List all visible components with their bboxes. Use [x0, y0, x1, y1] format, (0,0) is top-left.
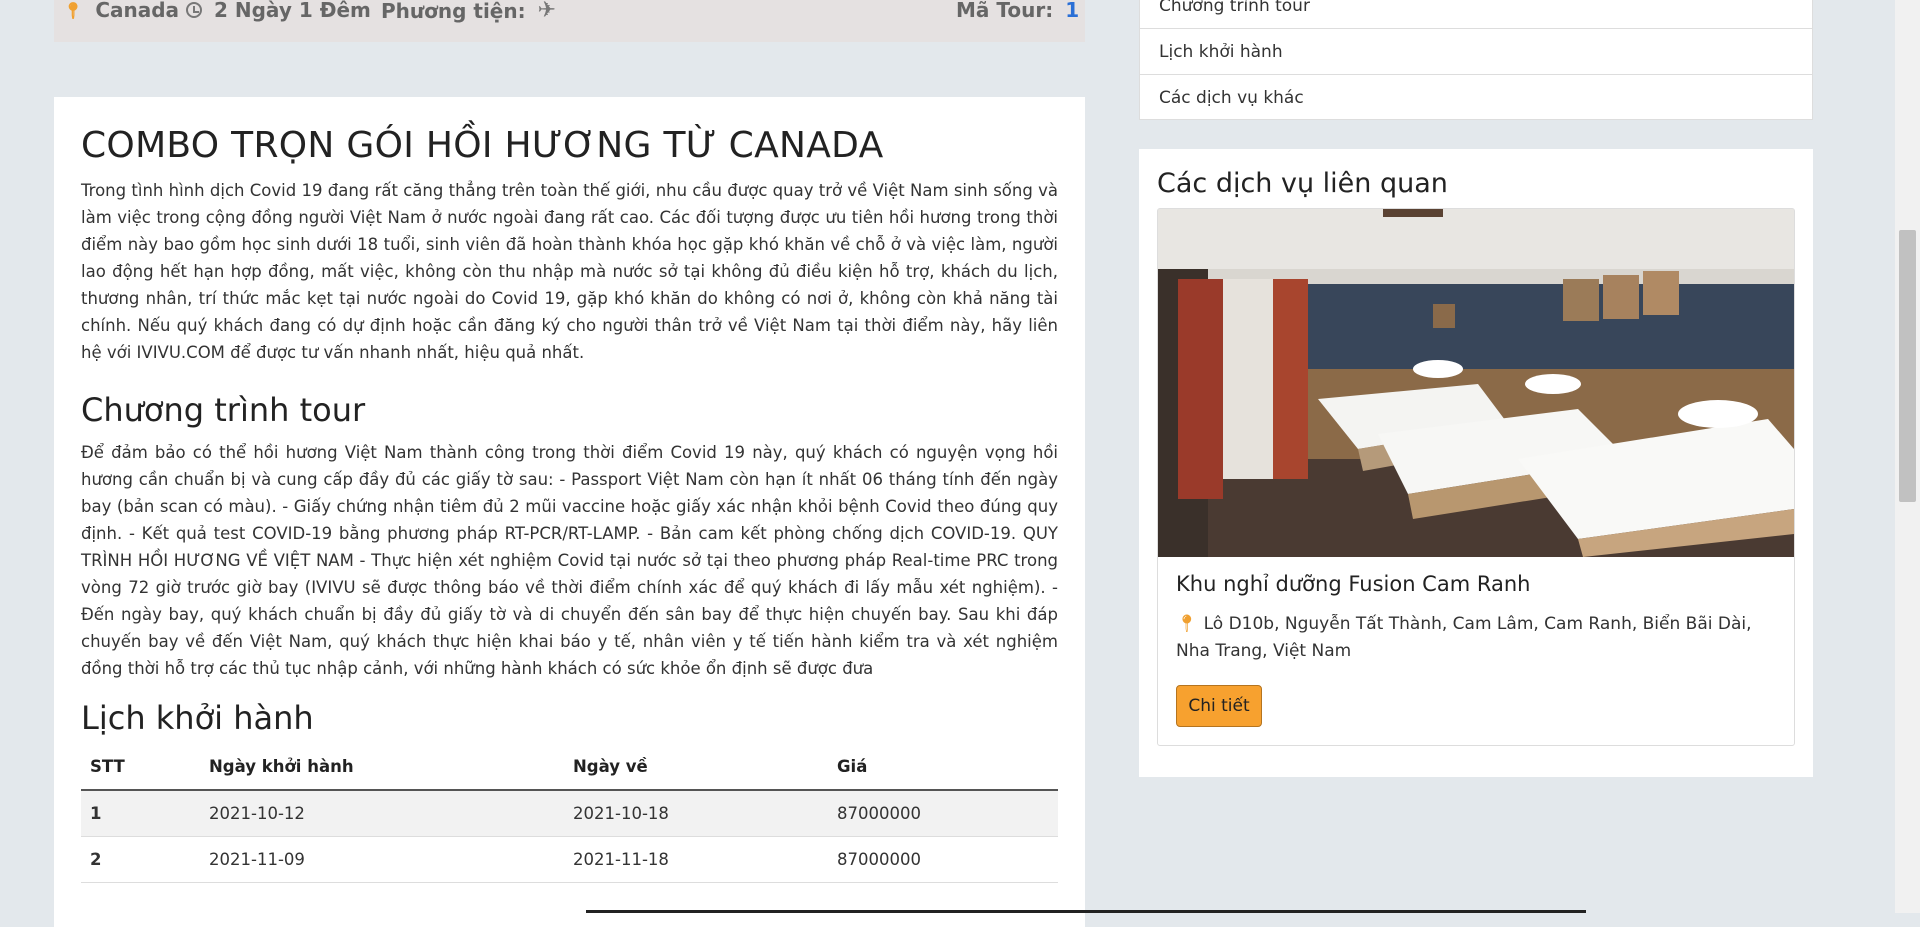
table-row: 1 2021-10-12 2021-10-18 87000000 — [81, 790, 1058, 837]
menu-item-other-services[interactable]: Các dịch vụ khác — [1140, 75, 1812, 121]
cell-price: 87000000 — [828, 790, 1058, 837]
hotel-address-text: Lô D10b, Nguyễn Tất Thành, Cam Lâm, Cam … — [1176, 614, 1752, 661]
column-header-departure: Ngày khởi hành — [200, 743, 564, 791]
cell-stt: 2 — [81, 836, 200, 883]
page-scrollbar[interactable] — [1895, 0, 1920, 913]
detail-button[interactable]: Chi tiết — [1176, 685, 1262, 727]
page-title: COMBO TRỌN GÓI HỒI HƯƠNG TỪ CANADA — [81, 125, 884, 166]
table-header-row: STT Ngày khởi hành Ngày về Giá — [81, 743, 1058, 791]
transport-label: Phương tiện: — [381, 0, 526, 23]
table-row: 2 2021-11-09 2021-11-18 87000000 — [81, 836, 1058, 883]
map-marker-icon: 📍︎ — [1176, 614, 1198, 634]
tour-info-bar: 📍︎ Canada 2 Ngày 1 Đêm Phương tiện: ✈︎ M… — [54, 0, 1085, 42]
scrollbar-thumb[interactable] — [1899, 230, 1916, 502]
section-nav-menu: Chương trình tour Lịch khởi hành Các dịc… — [1139, 0, 1813, 120]
program-paragraph: Để đảm bảo có thể hồi hương Việt Nam thà… — [81, 443, 1058, 678]
service-card: Khu nghỉ dưỡng Fusion Cam Ranh 📍︎ Lô D10b… — [1157, 208, 1795, 746]
column-header-price: Giá — [828, 743, 1058, 791]
hotel-address: 📍︎ Lô D10b, Nguyễn Tất Thành, Cam Lâm, Ca… — [1176, 611, 1766, 665]
airplane-icon: ✈︎ — [537, 0, 557, 23]
tour-code-value: 1 — [1065, 0, 1080, 22]
hotel-room-photo[interactable] — [1158, 209, 1794, 557]
tour-detail-panel: COMBO TRỌN GÓI HỒI HƯƠNG TỪ CANADA Trong… — [54, 97, 1085, 927]
clock-icon — [186, 2, 202, 18]
location-info: 📍︎ Canada — [63, 0, 179, 22]
menu-item-program[interactable]: Chương trình tour — [1140, 0, 1812, 29]
schedule-heading: Lịch khởi hành — [81, 699, 314, 737]
column-header-return: Ngày về — [564, 743, 828, 791]
transport-info: Phương tiện: ✈︎ — [381, 0, 556, 23]
cell-price: 87000000 — [828, 836, 1058, 883]
duration-text: 2 Ngày 1 Đêm — [214, 0, 371, 22]
cell-stt: 1 — [81, 790, 200, 837]
tour-code-label: Mã Tour: — [956, 0, 1054, 22]
cell-return: 2021-11-18 — [564, 836, 828, 883]
cell-return: 2021-10-18 — [564, 790, 828, 837]
program-heading: Chương trình tour — [81, 391, 366, 429]
intro-paragraph: Trong tình hình dịch Covid 19 đang rất c… — [81, 181, 1058, 362]
related-heading: Các dịch vụ liên quan — [1157, 168, 1448, 199]
location-text: Canada — [95, 0, 180, 22]
cell-departure: 2021-11-09 — [200, 836, 564, 883]
cell-departure: 2021-10-12 — [200, 790, 564, 837]
hotel-name[interactable]: Khu nghỉ dưỡng Fusion Cam Ranh — [1176, 572, 1530, 596]
duration-info: 2 Ngày 1 Đêm — [186, 0, 371, 22]
tour-code-info: Mã Tour: 1 — [956, 0, 1079, 22]
column-header-stt: STT — [81, 743, 200, 791]
schedule-table: STT Ngày khởi hành Ngày về Giá 1 2021-10… — [81, 743, 1058, 883]
related-services-panel: Các dịch vụ liên quan Khu nghỉ dưỡng Fus… — [1139, 149, 1813, 777]
map-marker-icon: 📍︎ — [63, 0, 84, 20]
menu-item-schedule[interactable]: Lịch khởi hành — [1140, 29, 1812, 75]
